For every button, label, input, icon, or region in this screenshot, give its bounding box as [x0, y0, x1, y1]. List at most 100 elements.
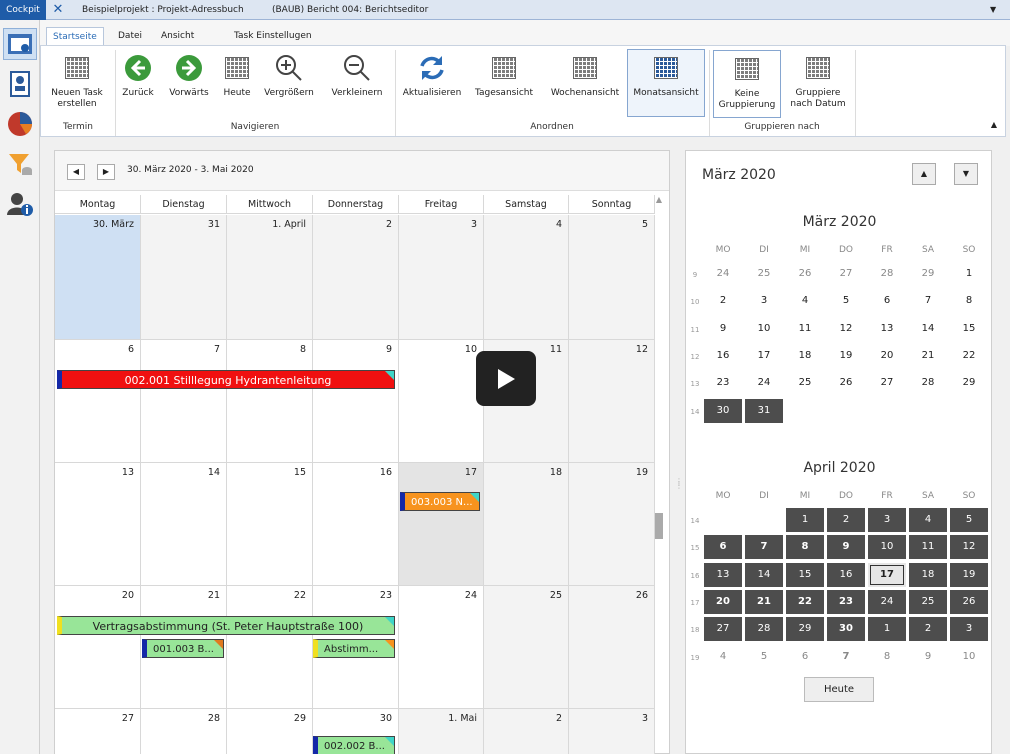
mini-day[interactable]: 28	[868, 262, 906, 286]
month-view-button[interactable]: Monatsansicht	[627, 49, 705, 117]
event-001-003[interactable]: 001.003 B...	[142, 639, 224, 658]
day-cell[interactable]: 24	[399, 586, 484, 709]
mini-day[interactable]: 26	[827, 371, 865, 395]
day-cell[interactable]: 28	[141, 709, 227, 754]
mini-day[interactable]: 15	[786, 562, 824, 587]
day-cell[interactable]: 25	[484, 586, 569, 709]
event-abstimmung[interactable]: Abstimm...	[313, 639, 395, 658]
mini-day[interactable]: 16	[827, 562, 865, 587]
mini-day[interactable]: 3	[745, 289, 783, 313]
mini-day[interactable]: 29	[786, 617, 824, 642]
week-view-button[interactable]: Wochenansicht	[545, 50, 625, 118]
mini-day[interactable]: 27	[827, 262, 865, 286]
tab-ansicht[interactable]: Ansicht	[155, 27, 200, 46]
tab-berichtseditor[interactable]: (BAUB) Bericht 004: Berichtseditor	[272, 0, 428, 20]
event-003-003[interactable]: 003.003 N...	[400, 492, 480, 511]
splitter-handle[interactable]: ⋮ ⋮	[675, 478, 683, 490]
tab-startseite[interactable]: Startseite	[46, 27, 104, 46]
event-002-001[interactable]: 002.001 Stilllegung Hydrantenleitung	[57, 370, 395, 389]
day-cell[interactable]: 9	[313, 340, 399, 463]
mini-day[interactable]: 11	[909, 535, 947, 560]
mini-day[interactable]: 24	[704, 262, 742, 286]
close-tab-icon[interactable]: ✕	[48, 0, 68, 20]
mini-day[interactable]: 19	[827, 344, 865, 368]
mini-day[interactable]: 8	[950, 289, 988, 313]
day-cell[interactable]: 6	[55, 340, 141, 463]
mini-day[interactable]: 12	[827, 317, 865, 341]
mini-day[interactable]: 12	[950, 535, 988, 560]
mini-day[interactable]: 22	[950, 344, 988, 368]
mini-day[interactable]: 6	[786, 645, 824, 669]
mini-day[interactable]: 4	[909, 508, 947, 532]
day-cell[interactable]: 3	[399, 215, 484, 340]
mini-day[interactable]: 20	[704, 589, 742, 614]
mini-day[interactable]: 1	[950, 262, 988, 286]
day-cell[interactable]: 3	[569, 709, 655, 754]
mini-day[interactable]: 6	[704, 535, 742, 560]
mini-day[interactable]: 21	[745, 589, 783, 614]
day-cell[interactable]: 27	[55, 709, 141, 754]
day-cell[interactable]: 4	[484, 215, 569, 340]
tab-datei[interactable]: Datei	[112, 27, 148, 46]
tab-cockpit[interactable]: Cockpit	[0, 0, 46, 20]
day-cell[interactable]: 10	[399, 340, 484, 463]
tab-projekt-adressbuch[interactable]: Beispielprojekt : Projekt-Adressbuch	[82, 0, 244, 20]
mini-day[interactable]: 23	[827, 589, 865, 614]
mini-day[interactable]: 1	[868, 617, 906, 642]
mini-day[interactable]: 17	[745, 344, 783, 368]
navigator-down-button[interactable]: ▼	[954, 163, 978, 185]
mini-day[interactable]: 31	[745, 398, 783, 423]
group-by-date-button[interactable]: Gruppiere nach Datum	[785, 50, 851, 118]
day-cell[interactable]: 1. Mai	[399, 709, 484, 754]
navigator-up-button[interactable]: ▲	[912, 163, 936, 185]
mini-day[interactable]: 13	[868, 317, 906, 341]
today-nav-button[interactable]: Heute	[804, 677, 874, 702]
day-view-button[interactable]: Tagesansicht	[471, 50, 537, 118]
mini-day[interactable]: 24	[745, 371, 783, 395]
day-cell[interactable]: 20	[55, 586, 141, 709]
mini-day[interactable]: 4	[704, 645, 742, 669]
collapse-ribbon-icon[interactable]: ▲	[991, 120, 997, 129]
mini-day[interactable]: 6	[868, 289, 906, 313]
today-button[interactable]: Heute	[219, 50, 255, 118]
prev-range-button[interactable]: ◀	[67, 164, 85, 180]
calendar-module-icon[interactable]	[3, 28, 37, 60]
mini-day[interactable]: 15	[950, 317, 988, 341]
mini-day[interactable]: 10	[868, 535, 906, 560]
mini-day[interactable]: 8	[786, 535, 824, 560]
mini-day[interactable]: 29	[909, 262, 947, 286]
mini-day[interactable]: 17	[868, 562, 906, 587]
day-cell[interactable]: 30. März	[55, 215, 141, 340]
tab-dropdown-icon[interactable]: ▼	[990, 0, 996, 20]
no-grouping-button[interactable]: Keine Gruppierung	[713, 50, 781, 118]
day-cell[interactable]: 2	[313, 215, 399, 340]
mini-day[interactable]: 18	[909, 562, 947, 587]
zoom-in-button[interactable]: Vergrößern	[261, 50, 317, 118]
day-cell[interactable]: 1. April	[227, 215, 313, 340]
video-play-button[interactable]	[476, 351, 536, 406]
scroll-up-icon[interactable]: ▲	[653, 195, 665, 204]
tab-task-einstellungen[interactable]: Task Einstellugen	[228, 27, 318, 46]
mini-day[interactable]: 27	[704, 617, 742, 642]
mini-day[interactable]: 28	[745, 617, 783, 642]
mini-day[interactable]: 3	[950, 617, 988, 642]
mini-day[interactable]: 21	[909, 344, 947, 368]
event-002-002[interactable]: 002.002 B...	[313, 736, 395, 754]
event-vertragsabstimmung[interactable]: Vertragsabstimmung (St. Peter Hauptstraß…	[57, 616, 395, 635]
mini-day[interactable]: 10	[950, 645, 988, 669]
mini-day[interactable]: 14	[909, 317, 947, 341]
mini-day[interactable]: 25	[909, 589, 947, 614]
refresh-button[interactable]: Aktualisieren	[399, 50, 465, 118]
day-cell[interactable]: 13	[55, 463, 141, 586]
day-cell[interactable]: 22	[227, 586, 313, 709]
mini-day[interactable]: 30	[827, 617, 865, 642]
day-cell[interactable]: 2	[484, 709, 569, 754]
mini-day[interactable]: 24	[868, 589, 906, 614]
mini-day[interactable]: 7	[745, 535, 783, 560]
day-cell[interactable]: 5	[569, 215, 655, 340]
mini-day[interactable]: 3	[868, 508, 906, 532]
mini-day[interactable]: 23	[704, 371, 742, 395]
day-cell[interactable]: 18	[484, 463, 569, 586]
day-cell[interactable]: 15	[227, 463, 313, 586]
new-task-button[interactable]: Neuen Task erstellen	[47, 50, 107, 118]
